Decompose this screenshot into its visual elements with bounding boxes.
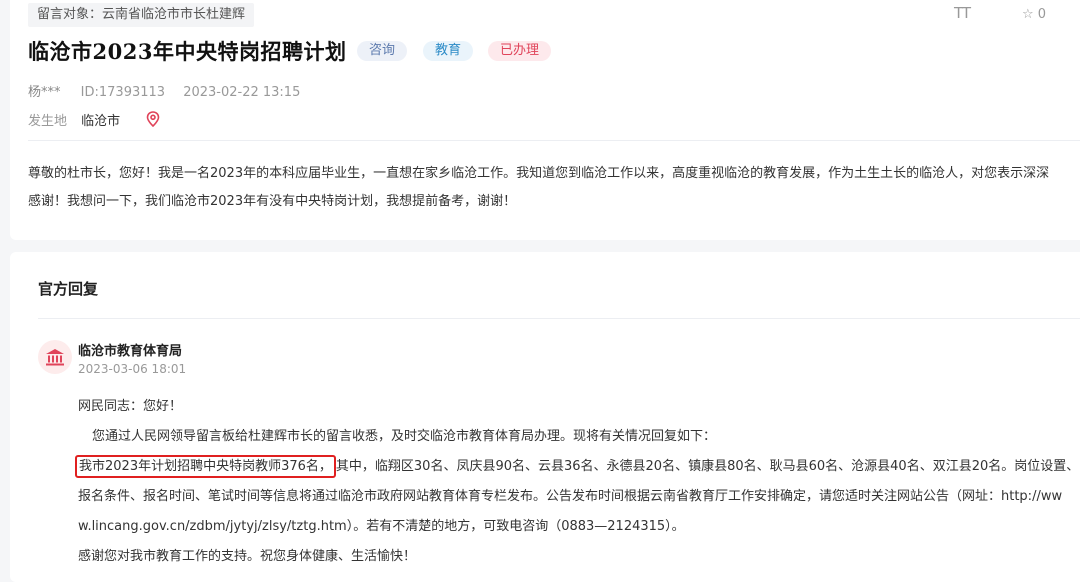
message-meta: 杨*** ID:17393113 2023-02-22 13:15 [28, 81, 314, 100]
reply-greeting: 网民同志：您好！ [78, 399, 183, 414]
divider [38, 318, 1080, 319]
font-size-icon[interactable]: TT [954, 4, 971, 22]
reply-closing: 感谢您对我市教育工作的支持。祝您身体健康、生活愉快！ [78, 549, 417, 564]
reply-date: 2023-03-06 18:01 [78, 362, 187, 376]
divider [28, 140, 1080, 141]
message-id: ID:17393113 [80, 85, 166, 100]
institution-icon [46, 349, 64, 366]
org-avatar [38, 340, 72, 374]
reply-section-title: 官方回复 [38, 280, 99, 298]
reply-line-rest: 其中，临翔区30名、凤庆县90名、云县36名、永德县20名、镇康县80名、耿马县… [335, 459, 1080, 474]
location-pin-icon[interactable] [146, 111, 160, 127]
message-target-tag: 留言对象：云南省临沧市市长杜建辉 [28, 3, 255, 27]
reply-body: 网民同志：您好！ 您通过人民网领导留言板给杜建辉市长的留言收悉，及时交临沧市教育… [75, 392, 1080, 572]
tag-consult[interactable]: 咨询 [357, 41, 408, 61]
favorite-button[interactable]: ☆ 0 [1022, 7, 1046, 22]
location-label: 发生地 [28, 114, 68, 129]
reply-line: w.lincang.gov.cn/zdbm/jytyj/zlsy/tztg.ht… [78, 519, 685, 534]
highlighted-sentence: 我市2023年计划招聘中央特岗教师376名， [75, 455, 336, 478]
location-value: 临沧市 [81, 114, 121, 129]
reply-intro: 您通过人民网领导留言板给杜建辉市长的留言收悉，及时交临沧市教育体育局办理。现将有… [92, 429, 717, 444]
message-body: 尊敬的杜市长，您好！我是一名2023年的本科应届毕业生，一直想在家乡临沧工作。我… [28, 160, 1080, 216]
tag-education[interactable]: 教育 [423, 41, 474, 61]
reply-card: 官方回复 临沧市教育体育局 2023-03-06 18:01 网民同志：您好！ … [10, 252, 1080, 582]
page-title: 临沧市2023年中央特岗招聘计划 [28, 39, 347, 64]
status-badge: 已办理 [488, 41, 552, 61]
reply-line: 报名条件、报名时间、笔试时间等信息将通过临沧市政府网站教育体育专栏发布。公告发布… [78, 489, 1063, 504]
message-body-line: 尊敬的杜市长，您好！我是一名2023年的本科应届毕业生，一直想在家乡临沧工作。我… [28, 166, 1050, 181]
message-body-line: 感谢！我想问一下，我们临沧市2023年有没有中央特岗计划，我想提前备考，谢谢！ [28, 194, 517, 209]
location-row: 发生地 临沧市 [28, 110, 160, 129]
author-name: 杨*** [28, 85, 61, 100]
reply-org-name: 临沧市教育体育局 [78, 344, 183, 359]
message-datetime: 2023-02-22 13:15 [183, 85, 301, 100]
reply-line: 我市2023年计划招聘中央特岗教师376名， 其中，临翔区30名、凤庆县90名、云… [75, 452, 1080, 482]
